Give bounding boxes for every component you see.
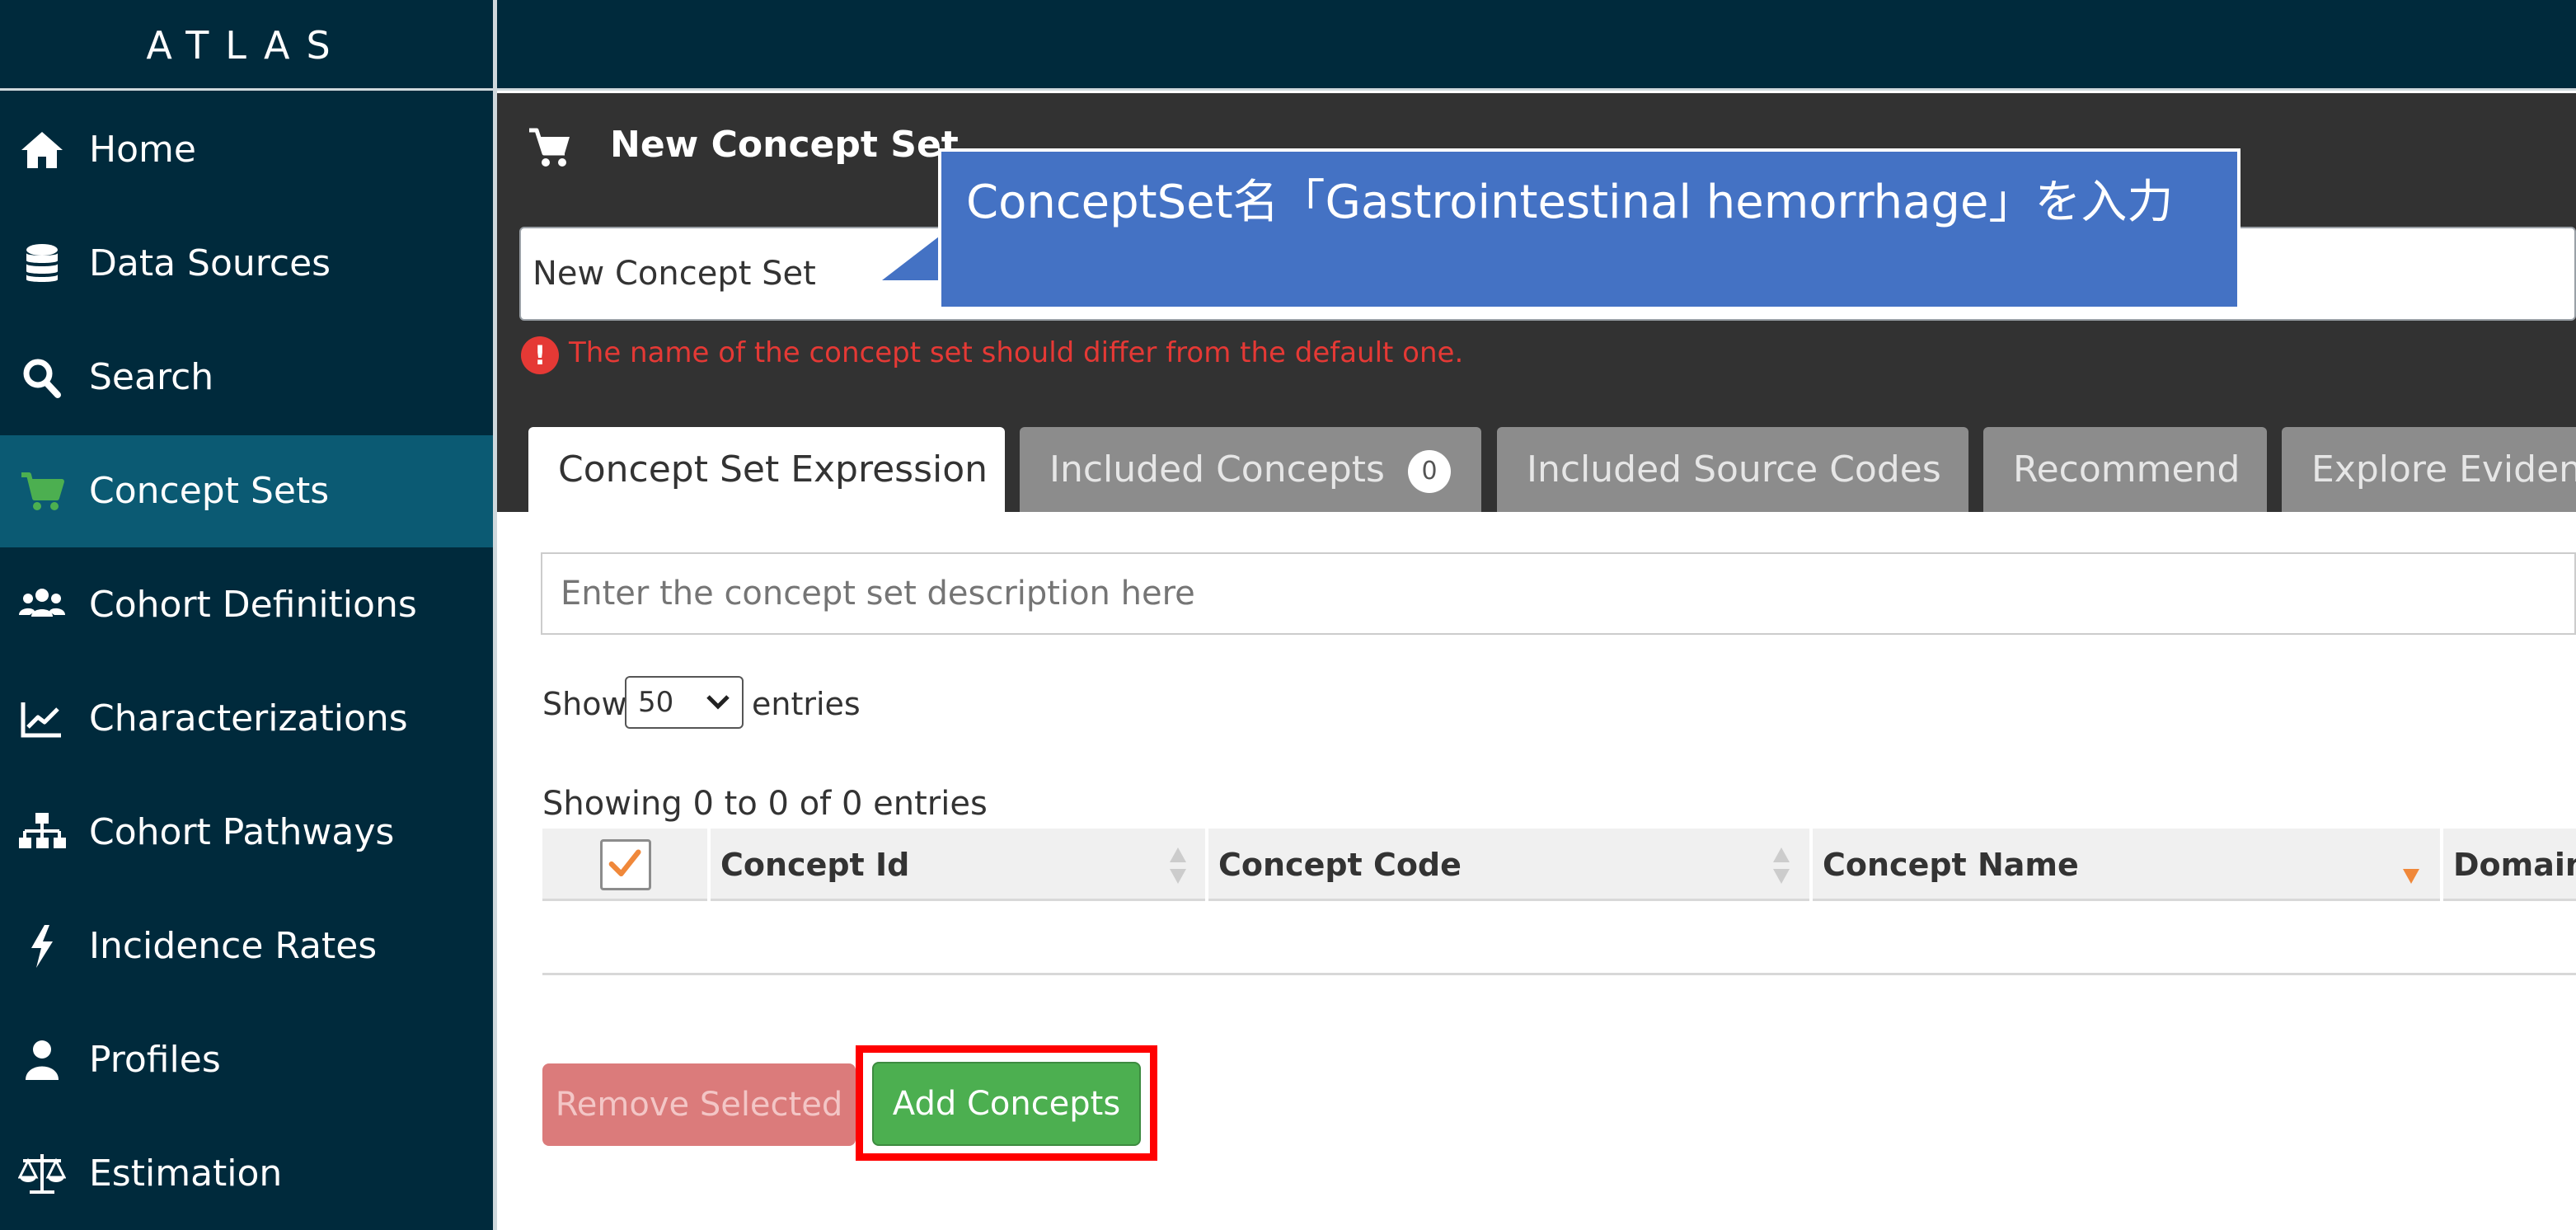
sidebar-item-label: Cohort Definitions (89, 584, 417, 626)
column-label: Concept Id (720, 847, 910, 883)
home-icon (21, 132, 63, 168)
concept-set-description-input[interactable] (541, 552, 2576, 635)
sort-descending-icon (2403, 869, 2419, 884)
tab-label: Explore Eviden (2311, 448, 2576, 491)
balance-scale-icon (18, 1154, 66, 1194)
sidebar-item-label: Incidence Rates (89, 925, 378, 967)
sidebar-item-home[interactable]: Home (0, 94, 493, 206)
entries-select[interactable]: 50 (625, 676, 744, 729)
sidebar-item-cohort-pathways[interactable]: Cohort Pathways (0, 777, 493, 889)
sidebar-item-estimation[interactable]: Estimation (0, 1118, 493, 1230)
chevron-down-icon (706, 695, 730, 710)
tab-label: Recommend (2013, 448, 2241, 491)
tab-label: Included Concepts (1049, 448, 1385, 491)
sidebar-item-label: Home (89, 129, 196, 171)
sidebar-item-incidence-rates[interactable]: Incidence Rates (0, 890, 493, 1002)
count-badge: 0 (1407, 450, 1451, 493)
warning-icon: ! (521, 336, 559, 374)
highlight-box (856, 1045, 1157, 1161)
sidebar-item-label: Data Sources (89, 242, 331, 284)
tab-included-concepts[interactable]: Included Concepts 0 (1020, 427, 1481, 512)
sidebar-item-data-sources[interactable]: Data Sources (0, 208, 493, 320)
sidebar-item-characterizations[interactable]: Characterizations (0, 663, 493, 775)
database-icon (26, 244, 58, 282)
sidebar-item-label: Cohort Pathways (89, 811, 395, 853)
sidebar-item-label: Profiles (89, 1039, 221, 1081)
entries-label: entries (752, 686, 861, 722)
checkmark-icon (608, 849, 641, 876)
remove-selected-button[interactable]: Remove Selected (542, 1063, 856, 1146)
cart-icon (529, 128, 570, 167)
top-bar (497, 0, 2576, 91)
tab-explore-evidence[interactable]: Explore Eviden (2282, 427, 2576, 512)
sidebar-item-label: Search (89, 356, 214, 398)
column-header-concept-id[interactable]: Concept Id (711, 829, 1205, 901)
sidebar-item-label: Estimation (89, 1153, 283, 1195)
table-bottom-border (542, 973, 2576, 975)
sitemap-icon (19, 813, 66, 848)
sidebar-item-concept-sets[interactable]: Concept Sets (0, 435, 493, 547)
sidebar-item-label: Characterizations (89, 697, 408, 739)
column-label: Domain (2453, 847, 2576, 883)
sidebar-item-label: Concept Sets (89, 470, 330, 512)
callout-pointer (882, 231, 946, 280)
entries-value: 50 (638, 686, 674, 719)
cart-icon (21, 472, 64, 510)
tab-concept-set-expression[interactable]: Concept Set Expression (528, 427, 1005, 512)
tab-included-source-codes[interactable]: Included Source Codes (1497, 427, 1968, 512)
line-chart-icon (21, 702, 61, 738)
sidebar-item-profiles[interactable]: Profiles (0, 1004, 493, 1116)
sort-icon (1170, 847, 1186, 884)
sidebar-item-search[interactable]: Search (0, 322, 493, 434)
column-label: Concept Code (1218, 847, 1462, 883)
annotation-callout: ConceptSet名「Gastrointestinal hemorrhage」… (938, 148, 2241, 310)
show-label: Show (542, 686, 627, 722)
select-all-checkbox[interactable] (600, 839, 651, 890)
column-header-domain[interactable]: Domain (2443, 829, 2576, 901)
sort-icon (1773, 847, 1790, 884)
column-header-concept-code[interactable]: Concept Code (1208, 829, 1809, 901)
tab-recommend[interactable]: Recommend (1983, 427, 2267, 512)
page-title: New Concept Set (610, 124, 959, 166)
user-icon (26, 1040, 59, 1080)
search-icon (23, 359, 61, 398)
column-header-concept-name[interactable]: Concept Name (1813, 829, 2440, 901)
tab-label: Included Source Codes (1527, 448, 1941, 491)
users-icon (19, 589, 65, 617)
bolt-icon (31, 925, 53, 968)
column-label: Concept Name (1823, 847, 2079, 883)
name-warning-text: The name of the concept set should diffe… (569, 336, 1464, 369)
table-info: Showing 0 to 0 of 0 entries (542, 785, 988, 823)
atlas-logo[interactable]: ATLAS (0, 23, 493, 68)
tab-label: Concept Set Expression (558, 448, 988, 491)
sidebar-item-cohort-definitions[interactable]: Cohort Definitions (0, 549, 493, 661)
